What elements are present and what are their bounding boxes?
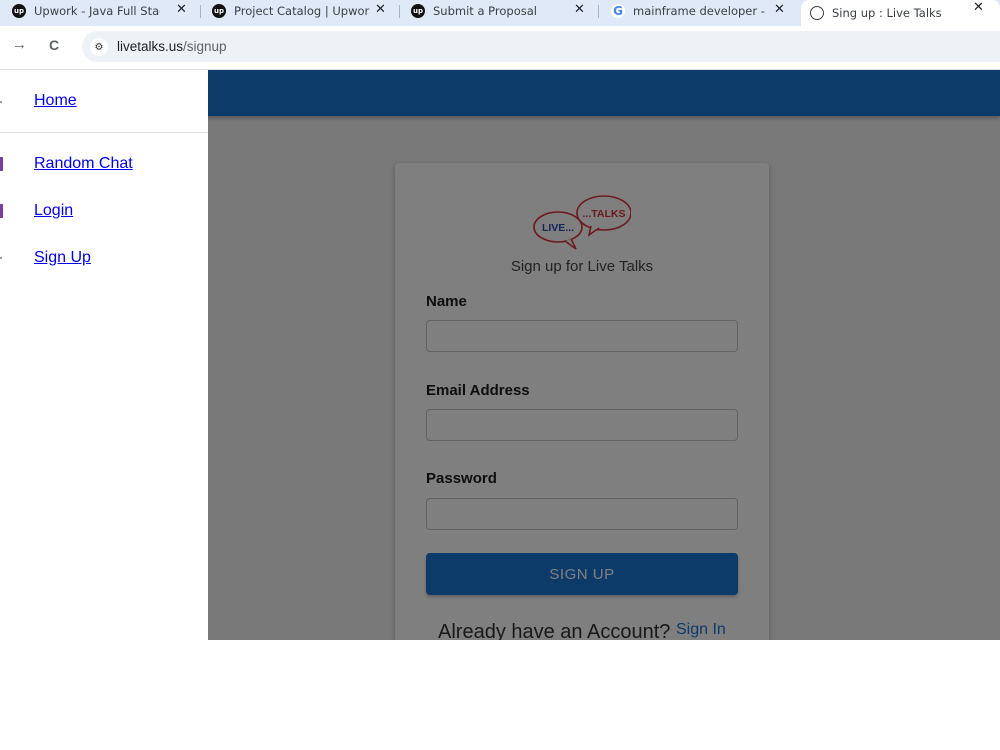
- tab-separator: [598, 5, 599, 18]
- tab-title: Upwork - Java Full Stack D: [34, 4, 160, 18]
- browser-tab[interactable]: up Project Catalog | Upwork ✕: [212, 0, 400, 22]
- upwork-icon: up: [212, 4, 226, 18]
- upwork-icon: up: [411, 4, 425, 18]
- upwork-icon: up: [12, 4, 26, 18]
- nav-drawer: Home Random Chat Login Sign Up: [0, 70, 208, 640]
- browser-tab-active[interactable]: Sing up : Live Talks ✕: [801, 0, 1000, 26]
- url-host: livetalks.us: [117, 39, 184, 54]
- tab-title: Project Catalog | Upwork: [234, 4, 370, 18]
- tab-title: mainframe developer - G: [633, 4, 765, 18]
- drawer-item-sign-up[interactable]: Sign Up: [34, 249, 91, 267]
- close-tab-icon[interactable]: ✕: [176, 2, 187, 17]
- drawer-divider: [0, 132, 208, 133]
- reload-icon[interactable]: C: [49, 37, 59, 53]
- drawer-marker: [0, 257, 2, 259]
- browser-tab[interactable]: G mainframe developer - G ✕: [611, 0, 799, 22]
- forward-icon[interactable]: →: [12, 36, 27, 53]
- url-path: /signup: [183, 39, 227, 54]
- tab-title: Sing up : Live Talks: [832, 6, 942, 20]
- google-icon: G: [611, 4, 625, 18]
- browser-tab[interactable]: up Upwork - Java Full Stack D ✕: [12, 0, 202, 22]
- url-text[interactable]: livetalks.us/signup: [117, 39, 227, 54]
- browser-toolbar: → C ⚙ livetalks.us/signup: [0, 26, 1000, 70]
- close-tab-icon[interactable]: ✕: [574, 2, 585, 17]
- drawer-marker: [0, 101, 2, 103]
- drawer-item-home[interactable]: Home: [34, 92, 77, 110]
- tab-separator: [200, 5, 201, 18]
- tab-title: Submit a Proposal: [433, 4, 537, 18]
- address-bar[interactable]: ⚙ livetalks.us/signup: [82, 31, 1000, 62]
- browser-tab-strip: up Upwork - Java Full Stack D ✕ up Proje…: [0, 0, 1000, 26]
- close-tab-icon[interactable]: ✕: [973, 0, 984, 15]
- close-tab-icon[interactable]: ✕: [774, 2, 785, 17]
- close-tab-icon[interactable]: ✕: [375, 2, 386, 17]
- drawer-item-random-chat[interactable]: Random Chat: [34, 155, 133, 173]
- drawer-item-login[interactable]: Login: [34, 202, 73, 220]
- page-viewport: ...TALKS LIVE... Sign up for Live Talks …: [0, 70, 1000, 640]
- site-info-icon[interactable]: ⚙: [90, 38, 108, 56]
- tab-separator: [399, 5, 400, 18]
- browser-tab[interactable]: up Submit a Proposal ✕: [411, 0, 599, 22]
- globe-icon: [810, 6, 824, 20]
- drawer-marker: [0, 157, 3, 171]
- drawer-marker: [0, 204, 3, 218]
